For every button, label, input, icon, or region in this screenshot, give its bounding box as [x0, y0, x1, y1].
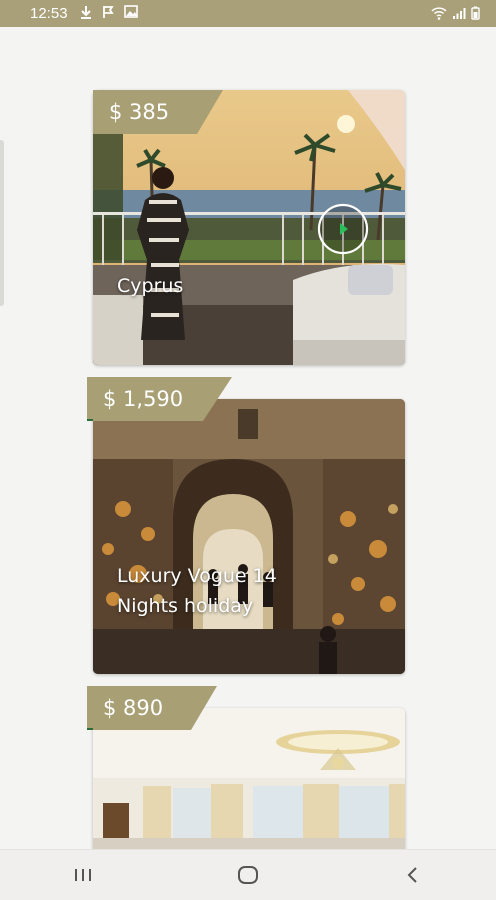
- home-button[interactable]: [228, 860, 268, 890]
- system-nav-bar: [0, 849, 496, 900]
- card-image: [93, 399, 405, 674]
- price-label: $ 890: [103, 696, 164, 720]
- download-icon: [80, 5, 92, 23]
- home-icon: [237, 866, 258, 884]
- battery-icon: [471, 6, 480, 24]
- back-button[interactable]: [393, 860, 433, 890]
- wifi-icon: [431, 6, 447, 24]
- back-icon: [407, 867, 418, 883]
- card-title: Luxury Vogue 14 Nights holiday: [117, 565, 277, 617]
- flag-icon: [102, 5, 114, 23]
- price-label: $ 385: [109, 100, 170, 124]
- recents-icon: [74, 869, 91, 881]
- signal-icon: [452, 7, 466, 24]
- image-icon: [123, 5, 138, 22]
- card-title: Cyprus: [117, 275, 184, 297]
- trip-card[interactable]: Luxury Vogue 14 Nights holiday: [93, 399, 405, 674]
- recents-button[interactable]: [63, 860, 103, 890]
- status-time: 12:53: [30, 5, 68, 22]
- price-label: $ 1,590: [103, 387, 184, 411]
- status-bar: 12:53: [0, 0, 496, 27]
- side-drawer-handle[interactable]: [0, 140, 4, 306]
